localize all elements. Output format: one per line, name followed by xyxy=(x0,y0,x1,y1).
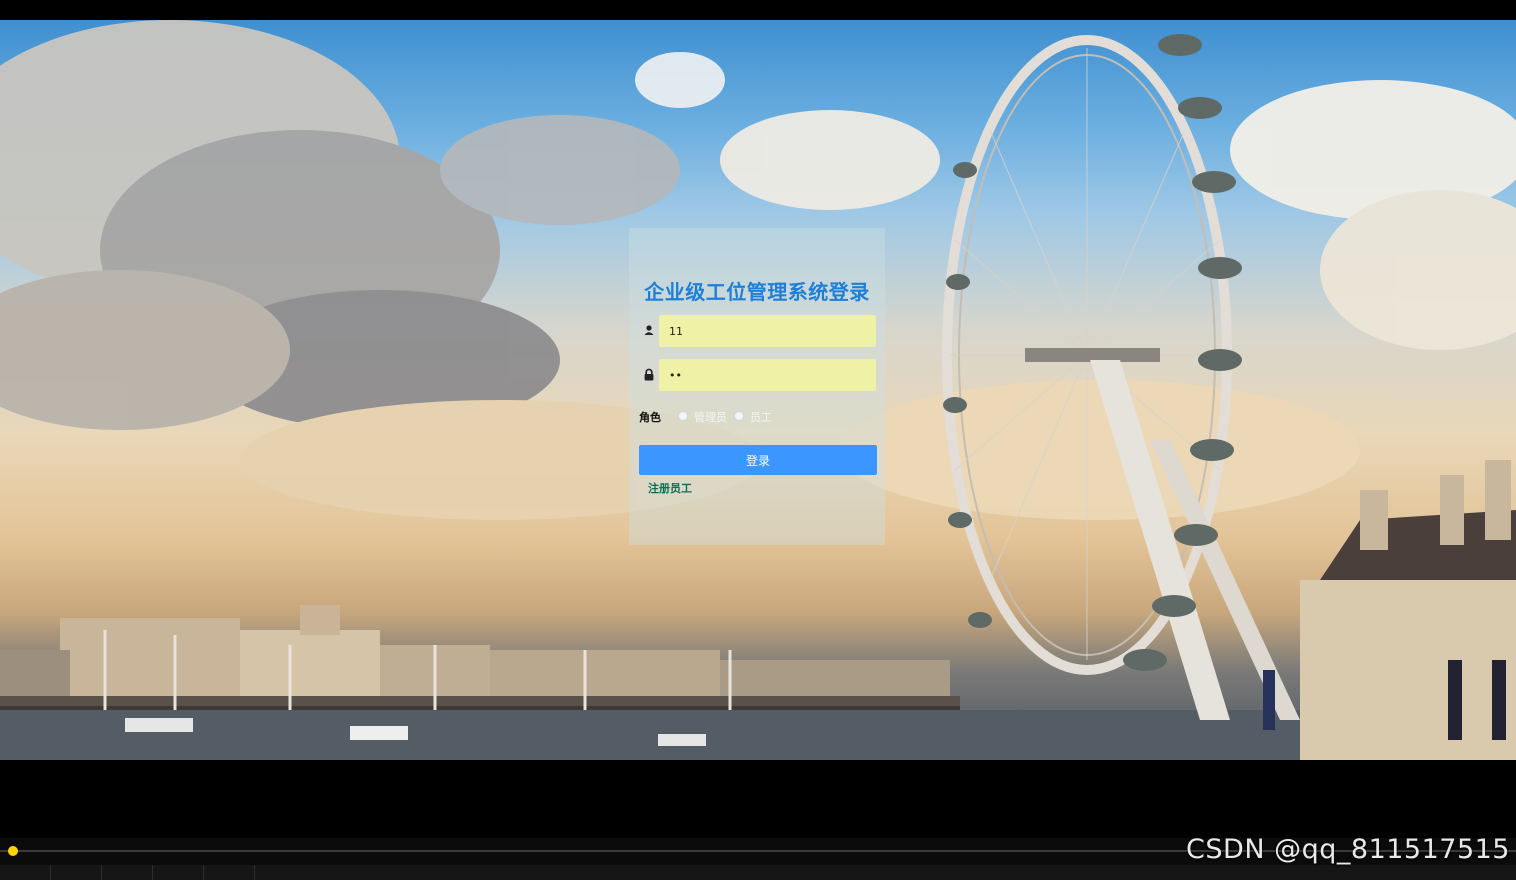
role-selector: 角色 管理员 员工 xyxy=(639,408,877,424)
username-row xyxy=(639,315,877,347)
building xyxy=(1263,460,1516,760)
player-control-button[interactable] xyxy=(0,865,51,880)
radio-employee[interactable] xyxy=(734,411,744,421)
password-row xyxy=(639,359,877,391)
player-control-button[interactable] xyxy=(204,865,255,880)
city-skyline xyxy=(0,605,950,700)
radio-admin[interactable] xyxy=(678,411,688,421)
boat xyxy=(658,734,706,746)
login-title: 企业级工位管理系统登录 xyxy=(644,280,870,304)
progress-knob[interactable] xyxy=(8,846,18,856)
player-control-button[interactable] xyxy=(102,865,153,880)
radio-employee-label[interactable]: 员工 xyxy=(750,409,772,425)
role-label: 角色 xyxy=(639,411,661,424)
boat xyxy=(350,726,408,740)
player-control-button[interactable] xyxy=(51,865,102,880)
user-icon xyxy=(643,323,657,339)
radio-admin-label[interactable]: 管理员 xyxy=(694,409,727,425)
player-control-button[interactable] xyxy=(153,865,204,880)
register-link[interactable]: 注册员工 xyxy=(648,480,692,496)
login-card: 企业级工位管理系统登录 角色 管理员 员工 登录 注册员工 xyxy=(629,228,885,545)
login-button[interactable]: 登录 xyxy=(639,445,877,475)
player-controls xyxy=(0,865,1516,880)
watermark: CSDN @qq_811517515 xyxy=(1186,834,1510,865)
boat xyxy=(125,718,193,732)
username-input[interactable] xyxy=(659,315,876,347)
lock-icon xyxy=(643,367,657,383)
password-input[interactable] xyxy=(659,359,876,391)
